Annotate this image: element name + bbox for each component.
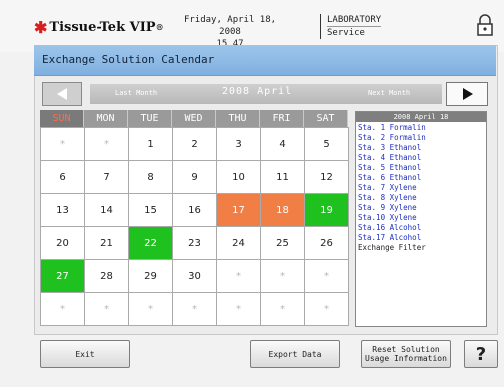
next-month-button[interactable] [446,82,488,106]
day-cell[interactable]: 9 [173,161,217,194]
station-item: Sta.16 Alcohol [358,223,422,232]
day-cell-empty: * [129,293,173,326]
station-item: Sta. 6 Ethanol [358,173,422,182]
day-cell[interactable]: 20 [41,227,85,260]
day-cell-empty: * [173,293,217,326]
user-role: Service [327,26,382,39]
day-cell[interactable]: 5 [305,128,349,161]
export-data-button[interactable]: Export Data [250,340,340,368]
help-button[interactable]: ? [464,340,498,368]
department: LABORATORY [327,15,382,25]
reset-solution-button[interactable]: Reset Solution Usage Information [361,340,451,368]
exchange-list: 2008 April 18 Sta. 1 Formalin Sta. 2 Form… [355,111,487,327]
day-cell[interactable]: 10 [217,161,261,194]
current-month: 2008 April [222,86,293,97]
station-item: Sta. 3 Ethanol [358,143,422,152]
day-cell[interactable]: 2 [173,128,217,161]
day-cell[interactable]: 27 [41,260,85,293]
page-title: Exchange Solution Calendar [42,53,215,66]
day-cell[interactable]: 22 [129,227,173,260]
user-info: LABORATORY Service [320,14,382,39]
day-cell-empty: * [41,128,85,161]
station-item: Sta. 7 Xylene [358,183,417,192]
station-item: Sta. 2 Formalin [358,133,426,142]
day-cell[interactable]: 13 [41,194,85,227]
station-item: Sta. 4 Ethanol [358,153,422,162]
arrow-left-icon [57,88,67,100]
day-cell-empty: * [217,293,261,326]
station-item: Sta. 1 Formalin [358,123,426,132]
day-cell[interactable]: 3 [217,128,261,161]
weekday-tue: TUE [128,110,172,127]
day-cell[interactable]: 8 [129,161,173,194]
day-cell[interactable]: 11 [261,161,305,194]
day-cell-empty: * [41,293,85,326]
day-cell[interactable]: 29 [129,260,173,293]
station-item: Sta. 5 Ethanol [358,163,422,172]
exchange-list-body: Sta. 1 Formalin Sta. 2 Formalin Sta. 3 Eth… [356,122,486,254]
weekday-mon: MON [84,110,128,127]
day-cell[interactable]: 6 [41,161,85,194]
station-item: Sta. 9 Xylene [358,203,417,212]
day-cell[interactable]: 7 [85,161,129,194]
calendar-grid: * * 1 2 3 4 5 6 7 8 9 10 11 12 13 14 15 16 17 18 19 20 21 22 23 2… [40,127,349,326]
weekday-fri: FRI [260,110,304,127]
day-cell[interactable]: 17 [217,194,261,227]
brand-name: Tissue-Tek VIP [49,19,156,35]
station-item: Sta. 8 Xylene [358,193,417,202]
weekday-thu: THU [216,110,260,127]
day-cell[interactable]: 16 [173,194,217,227]
last-month-label[interactable]: Last Month [115,89,157,97]
day-cell[interactable]: 14 [85,194,129,227]
day-cell[interactable]: 26 [305,227,349,260]
calendar: SUN MON TUE WED THU FRI SAT * * 1 2 3 4 5 6 7 8 9 10 11 12 1… [40,110,349,326]
weekday-sat: SAT [304,110,348,127]
weekday-wed: WED [172,110,216,127]
station-item: Sta.10 Xylene [358,213,417,222]
day-cell[interactable]: 21 [85,227,129,260]
exit-button[interactable]: Exit [40,340,130,368]
arrow-right-icon [463,88,473,100]
current-date: Friday, April 18, 2008 [183,15,277,37]
day-cell-empty: * [85,128,129,161]
brand-logo: ✱ Tissue-Tek VIP ® [34,17,164,37]
day-cell[interactable]: 23 [173,227,217,260]
exchange-list-header: 2008 April 18 [356,112,486,122]
day-cell[interactable]: 1 [129,128,173,161]
next-month-label[interactable]: Next Month [368,89,410,97]
logo-star-icon: ✱ [34,17,48,37]
day-cell[interactable]: 25 [261,227,305,260]
day-cell[interactable]: 12 [305,161,349,194]
lock-icon[interactable] [476,14,494,36]
station-item: Sta.17 Alcohol [358,233,422,242]
day-cell[interactable]: 24 [217,227,261,260]
day-cell-empty: * [217,260,261,293]
day-cell[interactable]: 15 [129,194,173,227]
day-cell-empty: * [305,293,349,326]
day-cell-empty: * [305,260,349,293]
exchange-filter-item: Exchange Filter [358,243,426,252]
day-cell-empty: * [261,260,305,293]
day-cell-empty: * [261,293,305,326]
day-cell-empty: * [85,293,129,326]
day-cell[interactable]: 18 [261,194,305,227]
weekday-sun: SUN [40,110,84,127]
weekday-header: SUN MON TUE WED THU FRI SAT [40,110,349,127]
day-cell[interactable]: 19 [305,194,349,227]
day-cell[interactable]: 4 [261,128,305,161]
day-cell[interactable]: 30 [173,260,217,293]
day-cell[interactable]: 28 [85,260,129,293]
previous-month-button[interactable] [42,82,82,106]
